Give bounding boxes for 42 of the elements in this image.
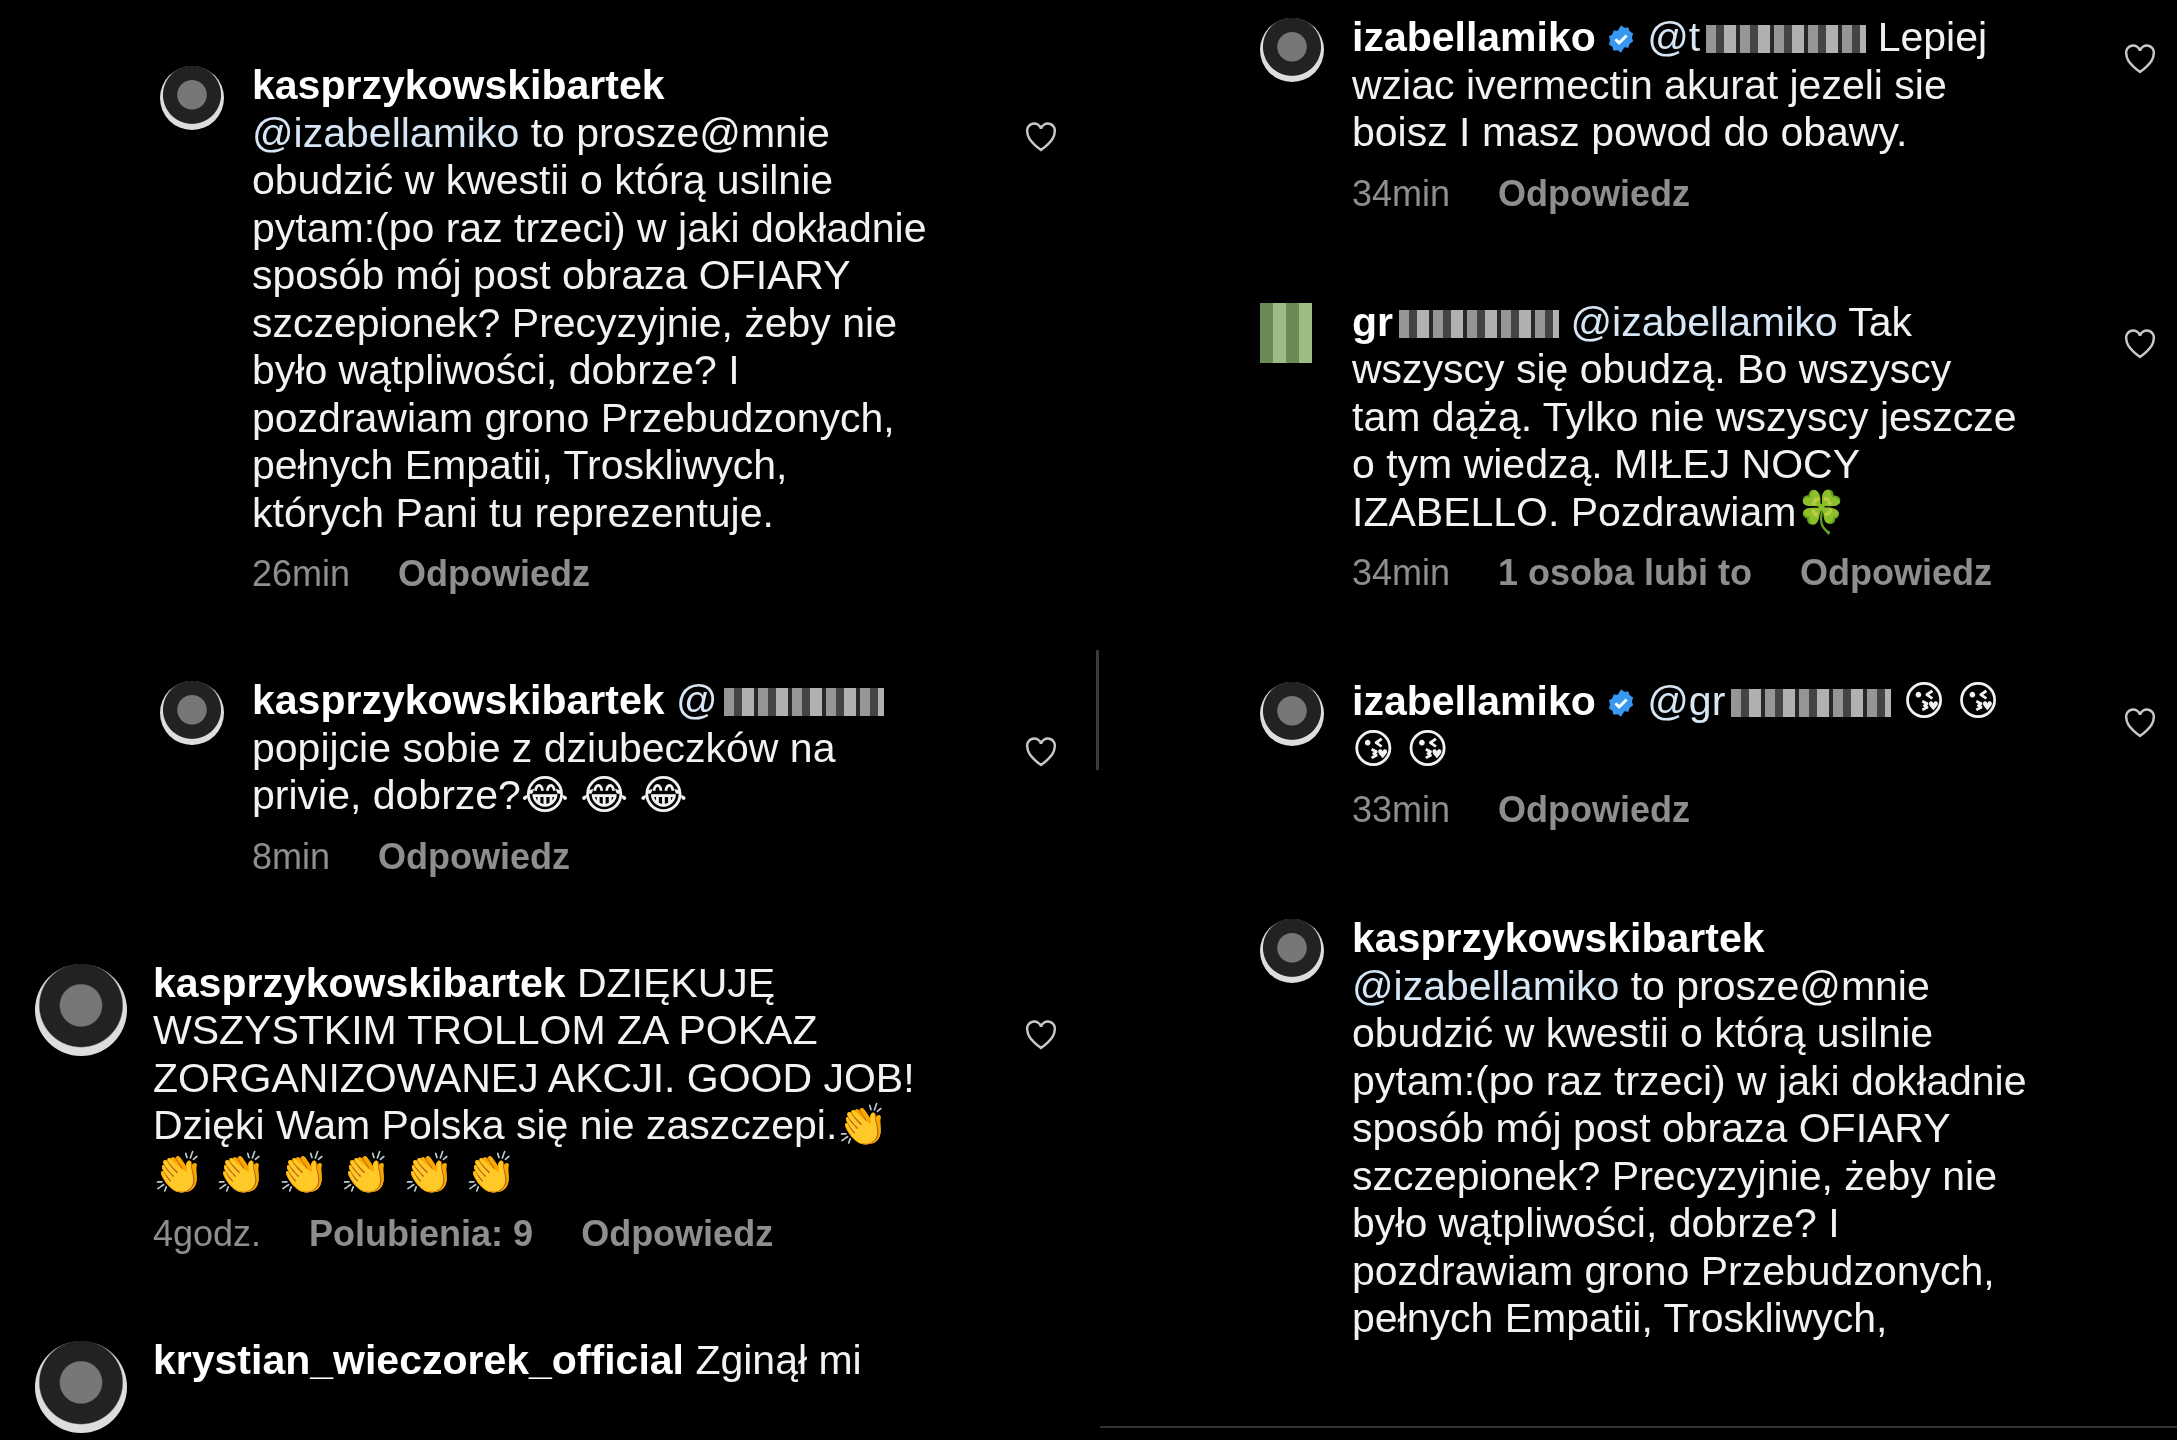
comment-text: krystian_wieczorek_official Zginął mi [153, 1337, 863, 1385]
comment-text: gr @izabellamiko Tak wszyscy się obudzą. Bo wszyscy tam dążą. Tylko nie wszyscy jeszcze o tym wiedzą. MIŁEJ NOCY IZABELLO. Pozdrawiam🍀 [1352, 298, 2018, 536]
mention-link[interactable]: @izabellamiko [1570, 298, 1838, 345]
timestamp: 34min [1352, 171, 1451, 216]
username-link[interactable]: kasprzykowskibartek [252, 677, 665, 723]
username-link[interactable]: izabellamiko [1352, 14, 1596, 60]
username-link[interactable]: kasprzykowskibartek [153, 959, 566, 1006]
reply-link[interactable]: Odpowiedz [398, 551, 591, 597]
heart-icon[interactable] [2123, 44, 2157, 74]
comment-text: kasprzykowskibartek @izabellamiko to prosze@mnie obudzić w kwestii o którą usilnie pytam:(po raz trzeci) w jaki dokładnie sposób mój post obraza OFIARY szczepionek? Precyzyjnie, żeby nie było wątpliwości, dobrze? I pozdrawiam grono Przebudzonych, pełnych Empatii, Troskliwych, [1352, 915, 2027, 1343]
reply-link[interactable]: Odpowiedz [581, 1211, 774, 1257]
timestamp: 26min [252, 552, 351, 596]
timestamp: 33min [1352, 788, 1451, 832]
heart-icon[interactable] [1024, 122, 1058, 152]
likes-link[interactable]: Polubienia: 9 [309, 1211, 534, 1257]
timestamp: 4godz. [153, 1212, 262, 1256]
username-link[interactable]: kasprzykowskibartek [252, 62, 665, 108]
mention-link[interactable]: @ [675, 677, 718, 723]
heart-icon[interactable] [1024, 737, 1058, 767]
timestamp: 34min [1352, 551, 1451, 595]
comment-text: izabellamiko @gr 😘 😘 😘 😘 [1352, 678, 2001, 773]
mention-link[interactable]: @t [1647, 14, 1701, 60]
timestamp: 8min [252, 834, 331, 879]
reply-link[interactable]: Odpowiedz [1498, 787, 1691, 833]
likes-link[interactable]: 1 osoba lubi to [1498, 550, 1753, 596]
comment-text: kasprzykowskibartek @izabellamiko to prosze@mnie obudzić w kwestii o którą usilnie pytam:(po raz trzeci) w jaki dokładnie sposób mój post obraza OFIARY szczepionek? Precyzyjnie, żeby nie było wątpliwości, dobrze? I pozdrawiam grono Przebudzonych, pełnych Empatii, Troskliwych, których Pani tu reprezentuje. [252, 62, 927, 537]
username-link[interactable]: izabellamiko [1352, 678, 1596, 724]
reply-link[interactable]: Odpowiedz [378, 833, 571, 880]
username-link[interactable]: gr [1352, 298, 1393, 345]
username-link[interactable]: krystian_wieczorek_official [153, 1337, 684, 1383]
mention-link[interactable]: @izabellamiko [252, 109, 520, 156]
heart-icon[interactable] [2123, 708, 2157, 738]
comment-text: kasprzykowskibartek @ popijcie sobie z dziubeczków na privie, dobrze?😂 😂 😂 [252, 677, 927, 820]
comment-text: kasprzykowskibartek DZIĘKUJĘ WSZYSTKIM TROLLOM ZA POKAZ ZORGANIZOWANEJ AKCJI. GOOD JOB! Dzięki Wam Polska się nie zaszczepi.👏 👏 👏 👏 👏 👏 👏 [153, 959, 916, 1197]
comment-text: izabellamiko @t Lepiej wziac ivermectin akurat jezeli sie boisz I masz powod do obawy. [1352, 14, 1989, 157]
mention-link[interactable]: @gr [1647, 678, 1726, 724]
reply-link[interactable]: Odpowiedz [1800, 550, 1993, 596]
heart-icon[interactable] [1024, 1019, 1058, 1050]
reply-link[interactable]: Odpowiedz [1498, 170, 1691, 217]
mention-link[interactable]: @izabellamiko [1352, 962, 1620, 1009]
heart-icon[interactable] [2123, 328, 2157, 359]
username-link[interactable]: kasprzykowskibartek [1352, 915, 1765, 961]
